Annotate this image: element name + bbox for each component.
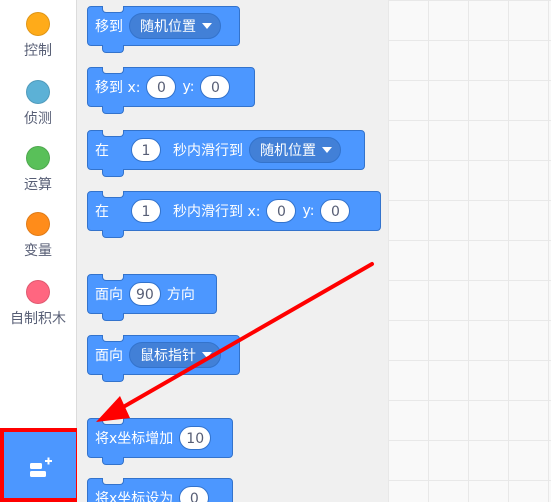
dropdown-value: 鼠标指针 xyxy=(140,348,196,364)
block-text: 移到 xyxy=(95,19,123,35)
set-x-input[interactable]: 0 xyxy=(179,486,210,502)
category-my-blocks[interactable]: 自制积木 xyxy=(0,280,76,328)
block-change-x[interactable]: 将x坐标增加 10 xyxy=(87,418,233,465)
category-variables[interactable]: 变量 xyxy=(0,212,76,260)
block-glide-to[interactable]: 在 1 秒内滑行到 随机位置 xyxy=(87,130,365,177)
block-text: 在 xyxy=(95,204,109,220)
category-label: 运算 xyxy=(24,177,52,193)
chevron-down-icon xyxy=(322,147,332,153)
category-label: 变量 xyxy=(24,243,52,259)
category-label: 控制 xyxy=(24,43,52,59)
glide-dropdown[interactable]: 随机位置 xyxy=(249,137,341,163)
variables-dot-icon xyxy=(26,212,50,236)
block-text: 将x坐标增加 xyxy=(95,431,174,447)
category-sidebar: 控制 侦测 运算 变量 自制积木 xyxy=(0,0,77,502)
category-label: 侦测 xyxy=(24,111,52,127)
block-set-x[interactable]: 将x坐标设为 0 xyxy=(87,478,233,502)
block-goto-xy[interactable]: 移到 x: 0 y: 0 xyxy=(87,67,255,114)
category-sensing[interactable]: 侦测 xyxy=(0,80,76,128)
block-text: 面向 xyxy=(95,287,123,303)
block-text: y: xyxy=(182,79,195,95)
category-operators[interactable]: 运算 xyxy=(0,146,76,194)
add-extension-button[interactable] xyxy=(0,428,80,502)
block-text: 移到 x: xyxy=(95,80,141,96)
dropdown-value: 随机位置 xyxy=(260,143,316,159)
x-input[interactable]: 0 xyxy=(266,199,297,223)
chevron-down-icon xyxy=(202,23,212,29)
add-extension-icon xyxy=(30,457,52,477)
secs-input[interactable]: 1 xyxy=(131,138,161,162)
goto-dropdown[interactable]: 随机位置 xyxy=(129,13,221,39)
change-x-input[interactable]: 10 xyxy=(179,426,212,450)
block-goto[interactable]: 移到 随机位置 xyxy=(87,6,240,53)
chevron-down-icon xyxy=(202,352,212,358)
category-control[interactable]: 控制 xyxy=(0,12,76,60)
control-dot-icon xyxy=(26,12,50,36)
direction-input[interactable]: 90 xyxy=(129,282,161,306)
block-text: 秒内滑行到 xyxy=(173,143,243,159)
script-workspace[interactable] xyxy=(388,0,551,502)
sensing-dot-icon xyxy=(26,80,50,104)
y-input[interactable]: 0 xyxy=(320,199,351,223)
block-text: 秒内滑行到 x: xyxy=(173,204,261,220)
block-text: y: xyxy=(302,203,315,219)
category-label: 自制积木 xyxy=(10,311,66,327)
my-blocks-dot-icon xyxy=(26,280,50,304)
x-input[interactable]: 0 xyxy=(146,75,177,99)
operators-dot-icon xyxy=(26,146,50,170)
block-text: 在 xyxy=(95,143,109,159)
block-glide-xy[interactable]: 在 1 秒内滑行到 x: 0 y: 0 xyxy=(87,191,381,238)
block-text: 面向 xyxy=(95,348,123,364)
dropdown-value: 随机位置 xyxy=(140,19,196,35)
y-input[interactable]: 0 xyxy=(200,75,231,99)
block-point-towards[interactable]: 面向 鼠标指针 xyxy=(87,335,240,382)
block-point-direction[interactable]: 面向 90 方向 xyxy=(87,274,217,321)
block-palette: 移到 随机位置 移到 x: 0 y: 0 在 1 秒内滑行到 随机位置 在 1 … xyxy=(77,0,388,502)
towards-dropdown[interactable]: 鼠标指针 xyxy=(129,342,221,368)
secs-input[interactable]: 1 xyxy=(131,199,161,223)
block-text: 将x坐标设为 xyxy=(95,491,174,502)
block-text: 方向 xyxy=(166,287,195,303)
